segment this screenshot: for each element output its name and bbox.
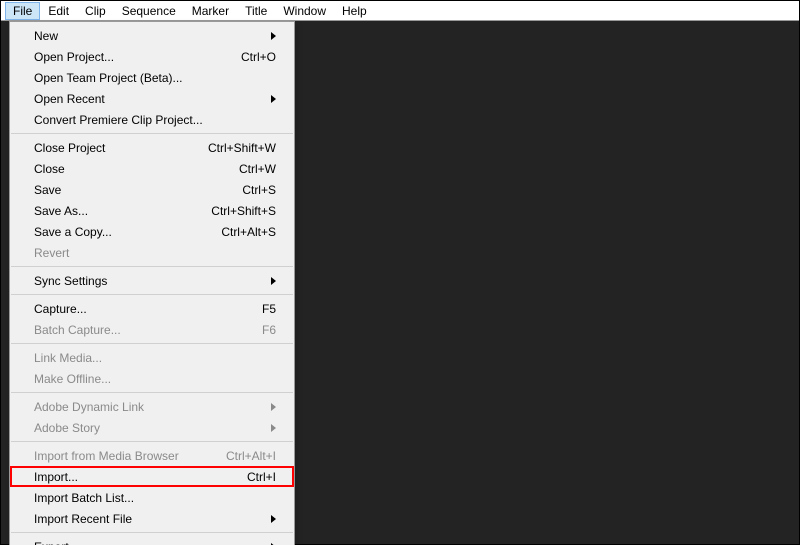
menu-item-shortcut: Ctrl+Shift+S bbox=[199, 204, 276, 218]
menu-item-link-media: Link Media... bbox=[10, 347, 294, 368]
menu-item-capture[interactable]: Capture...F5 bbox=[10, 298, 294, 319]
menu-item-label: Import from Media Browser bbox=[34, 449, 214, 463]
menu-item-import-from-media-browser: Import from Media BrowserCtrl+Alt+I bbox=[10, 445, 294, 466]
menu-sequence[interactable]: Sequence bbox=[114, 2, 184, 20]
menu-item-revert: Revert bbox=[10, 242, 294, 263]
app-window: FileEditClipSequenceMarkerTitleWindowHel… bbox=[0, 0, 800, 545]
menu-edit[interactable]: Edit bbox=[40, 2, 77, 20]
file-menu-dropdown: New Open Project...Ctrl+O Open Team Projec… bbox=[9, 21, 295, 545]
menu-item-close-project[interactable]: Close ProjectCtrl+Shift+W bbox=[10, 137, 294, 158]
menu-item-shortcut: Ctrl+Alt+I bbox=[214, 449, 276, 463]
menu-title[interactable]: Title bbox=[237, 2, 275, 20]
menu-separator bbox=[11, 266, 293, 267]
menu-item-make-offline: Make Offline... bbox=[10, 368, 294, 389]
menu-item-label: Batch Capture... bbox=[34, 323, 250, 337]
menu-item-label: Save a Copy... bbox=[34, 225, 209, 239]
menu-item-shortcut: Ctrl+I bbox=[235, 470, 276, 484]
menu-item-label: Revert bbox=[34, 246, 276, 260]
menu-window[interactable]: Window bbox=[275, 2, 334, 20]
submenu-caret-icon bbox=[266, 92, 276, 106]
menu-item-shortcut: Ctrl+W bbox=[227, 162, 276, 176]
submenu-caret-icon bbox=[266, 512, 276, 526]
menu-item-open-project[interactable]: Open Project...Ctrl+O bbox=[10, 46, 294, 67]
menubar: FileEditClipSequenceMarkerTitleWindowHel… bbox=[1, 1, 799, 21]
submenu-caret-icon bbox=[266, 274, 276, 288]
submenu-caret-icon bbox=[266, 400, 276, 414]
menu-item-import[interactable]: Import...Ctrl+I bbox=[10, 466, 294, 487]
menu-item-sync-settings[interactable]: Sync Settings bbox=[10, 270, 294, 291]
menu-item-save[interactable]: SaveCtrl+S bbox=[10, 179, 294, 200]
menu-item-shortcut: Ctrl+Shift+W bbox=[196, 141, 276, 155]
menu-item-label: Import Batch List... bbox=[34, 491, 276, 505]
menu-separator bbox=[11, 441, 293, 442]
menu-item-label: Link Media... bbox=[34, 351, 276, 365]
menu-item-label: Close Project bbox=[34, 141, 196, 155]
menu-item-export[interactable]: Export bbox=[10, 536, 294, 545]
menu-item-label: Save bbox=[34, 183, 230, 197]
menu-item-open-recent[interactable]: Open Recent bbox=[10, 88, 294, 109]
menu-item-batch-capture: Batch Capture...F6 bbox=[10, 319, 294, 340]
menu-item-shortcut: Ctrl+Alt+S bbox=[209, 225, 276, 239]
menu-item-label: Make Offline... bbox=[34, 372, 276, 386]
menu-item-import-recent-file[interactable]: Import Recent File bbox=[10, 508, 294, 529]
submenu-caret-icon bbox=[266, 540, 276, 545]
menu-separator bbox=[11, 392, 293, 393]
menu-item-label: Open Project... bbox=[34, 50, 229, 64]
menu-marker[interactable]: Marker bbox=[184, 2, 237, 20]
menu-item-label: Close bbox=[34, 162, 227, 176]
menu-item-save-as[interactable]: Save As...Ctrl+Shift+S bbox=[10, 200, 294, 221]
submenu-caret-icon bbox=[266, 29, 276, 43]
menu-item-label: Adobe Story bbox=[34, 421, 266, 435]
menu-separator bbox=[11, 294, 293, 295]
menu-item-label: Convert Premiere Clip Project... bbox=[34, 113, 276, 127]
menu-item-import-batch-list[interactable]: Import Batch List... bbox=[10, 487, 294, 508]
menu-file[interactable]: File bbox=[5, 2, 40, 20]
menu-item-label: Adobe Dynamic Link bbox=[34, 400, 266, 414]
menu-item-convert-premiere-clip-project[interactable]: Convert Premiere Clip Project... bbox=[10, 109, 294, 130]
menu-help[interactable]: Help bbox=[334, 2, 375, 20]
menu-item-adobe-dynamic-link: Adobe Dynamic Link bbox=[10, 396, 294, 417]
menu-item-label: Export bbox=[34, 540, 266, 545]
menu-item-label: Open Team Project (Beta)... bbox=[34, 71, 276, 85]
menu-item-label: New bbox=[34, 29, 266, 43]
menu-item-close[interactable]: CloseCtrl+W bbox=[10, 158, 294, 179]
menu-separator bbox=[11, 133, 293, 134]
menu-item-label: Save As... bbox=[34, 204, 199, 218]
menu-item-label: Open Recent bbox=[34, 92, 266, 106]
menu-item-new[interactable]: New bbox=[10, 25, 294, 46]
menu-item-label: Sync Settings bbox=[34, 274, 266, 288]
menu-item-save-a-copy[interactable]: Save a Copy...Ctrl+Alt+S bbox=[10, 221, 294, 242]
menu-item-shortcut: F6 bbox=[250, 323, 276, 337]
menu-item-label: Import Recent File bbox=[34, 512, 266, 526]
menu-separator bbox=[11, 343, 293, 344]
menu-item-shortcut: F5 bbox=[250, 302, 276, 316]
menu-separator bbox=[11, 532, 293, 533]
menu-clip[interactable]: Clip bbox=[77, 2, 114, 20]
menu-item-shortcut: Ctrl+O bbox=[229, 50, 276, 64]
menu-item-adobe-story: Adobe Story bbox=[10, 417, 294, 438]
menu-item-label: Capture... bbox=[34, 302, 250, 316]
menu-item-label: Import... bbox=[34, 470, 235, 484]
menu-item-open-team-project-beta[interactable]: Open Team Project (Beta)... bbox=[10, 67, 294, 88]
submenu-caret-icon bbox=[266, 421, 276, 435]
menu-item-shortcut: Ctrl+S bbox=[230, 183, 276, 197]
